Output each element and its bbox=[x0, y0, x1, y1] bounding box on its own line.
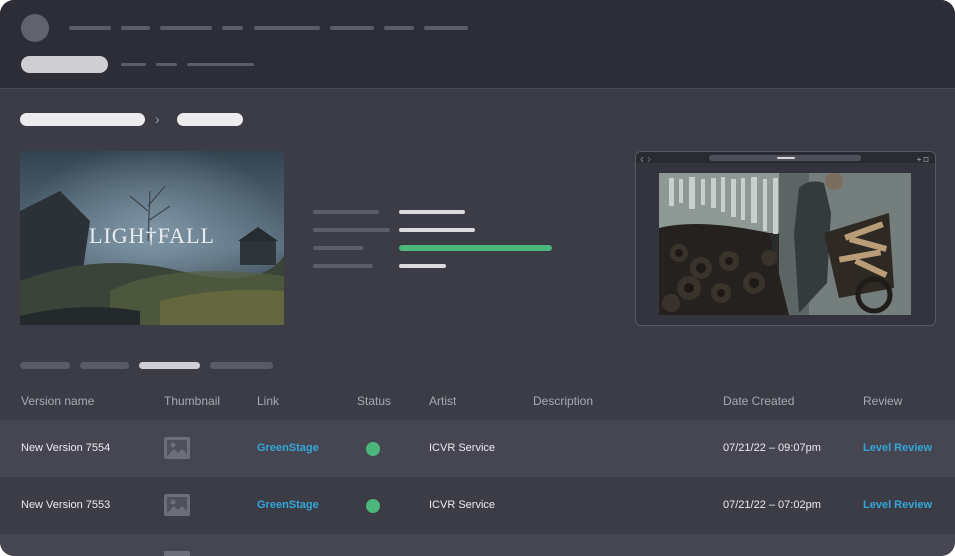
nav-item[interactable] bbox=[384, 26, 414, 30]
column-header-status[interactable]: Status bbox=[357, 394, 391, 408]
filter-tab[interactable] bbox=[80, 362, 129, 369]
sub-nav-item[interactable] bbox=[121, 63, 146, 66]
preview-browser-toolbar bbox=[636, 152, 935, 163]
chevron-right-icon: › bbox=[155, 111, 160, 127]
project-key-art: LIGH†FALL bbox=[20, 151, 284, 325]
nav-item[interactable] bbox=[330, 26, 374, 30]
table-row[interactable]: New Version 7554 GreenStage ICVR Service… bbox=[0, 420, 955, 477]
image-icon[interactable] bbox=[164, 437, 190, 459]
date-created: 07/21/22 – 09:07pm bbox=[723, 442, 821, 454]
version-name: New Version 7553 bbox=[21, 499, 111, 511]
breadcrumb-current[interactable] bbox=[177, 113, 243, 126]
column-header-version-name[interactable]: Version name bbox=[21, 394, 94, 408]
column-header-description[interactable]: Description bbox=[533, 394, 593, 408]
preview-image bbox=[659, 173, 911, 315]
review-link[interactable]: Level Review bbox=[863, 442, 932, 454]
column-header-review[interactable]: Review bbox=[863, 394, 902, 408]
status-indicator-green bbox=[366, 442, 380, 456]
artist-name: ICVR Service bbox=[429, 499, 496, 511]
meta-value bbox=[399, 210, 465, 214]
top-nav-bar bbox=[0, 0, 955, 89]
filter-tab-active[interactable] bbox=[139, 362, 200, 369]
project-selector-button[interactable] bbox=[21, 56, 108, 73]
review-link[interactable]: Level Review bbox=[863, 499, 932, 511]
nav-item[interactable] bbox=[69, 26, 111, 30]
meta-label bbox=[313, 210, 379, 214]
table-row[interactable] bbox=[0, 534, 955, 556]
meta-value bbox=[399, 264, 446, 268]
column-header-artist[interactable]: Artist bbox=[429, 394, 456, 408]
app-window: › LIGH†FALL Version name Thumbnail Link … bbox=[0, 0, 955, 556]
meta-label bbox=[313, 228, 390, 232]
meta-progress-bar bbox=[399, 245, 552, 251]
meta-label bbox=[313, 246, 363, 250]
column-header-link[interactable]: Link bbox=[257, 394, 279, 408]
link-greenstage[interactable]: GreenStage bbox=[257, 442, 319, 454]
filter-tab[interactable] bbox=[210, 362, 273, 369]
column-header-thumbnail[interactable]: Thumbnail bbox=[164, 394, 220, 408]
preview-url-bar[interactable] bbox=[709, 155, 861, 161]
preview-browser-panel[interactable] bbox=[635, 151, 936, 326]
nav-item[interactable] bbox=[121, 26, 150, 30]
version-name: New Version 7554 bbox=[21, 442, 111, 454]
sub-nav-item[interactable] bbox=[187, 63, 254, 66]
meta-label bbox=[313, 264, 373, 268]
sub-nav-item[interactable] bbox=[156, 63, 177, 66]
filter-tab[interactable] bbox=[20, 362, 70, 369]
link-greenstage[interactable]: GreenStage bbox=[257, 499, 319, 511]
meta-value bbox=[399, 228, 475, 232]
nav-item[interactable] bbox=[254, 26, 320, 30]
status-indicator-green bbox=[366, 499, 380, 513]
date-created: 07/21/22 – 07:02pm bbox=[723, 499, 821, 511]
key-art-title: LIGH†FALL bbox=[89, 223, 215, 248]
table-row[interactable]: New Version 7553 GreenStage ICVR Service… bbox=[0, 477, 955, 534]
breadcrumb-root[interactable] bbox=[20, 113, 145, 126]
nav-item[interactable] bbox=[424, 26, 468, 30]
nav-item[interactable] bbox=[222, 26, 243, 30]
image-icon[interactable] bbox=[164, 551, 190, 556]
nav-item[interactable] bbox=[160, 26, 212, 30]
image-icon[interactable] bbox=[164, 494, 190, 516]
artist-name: ICVR Service bbox=[429, 442, 496, 454]
avatar[interactable] bbox=[21, 14, 49, 42]
column-header-date-created[interactable]: Date Created bbox=[723, 394, 794, 408]
